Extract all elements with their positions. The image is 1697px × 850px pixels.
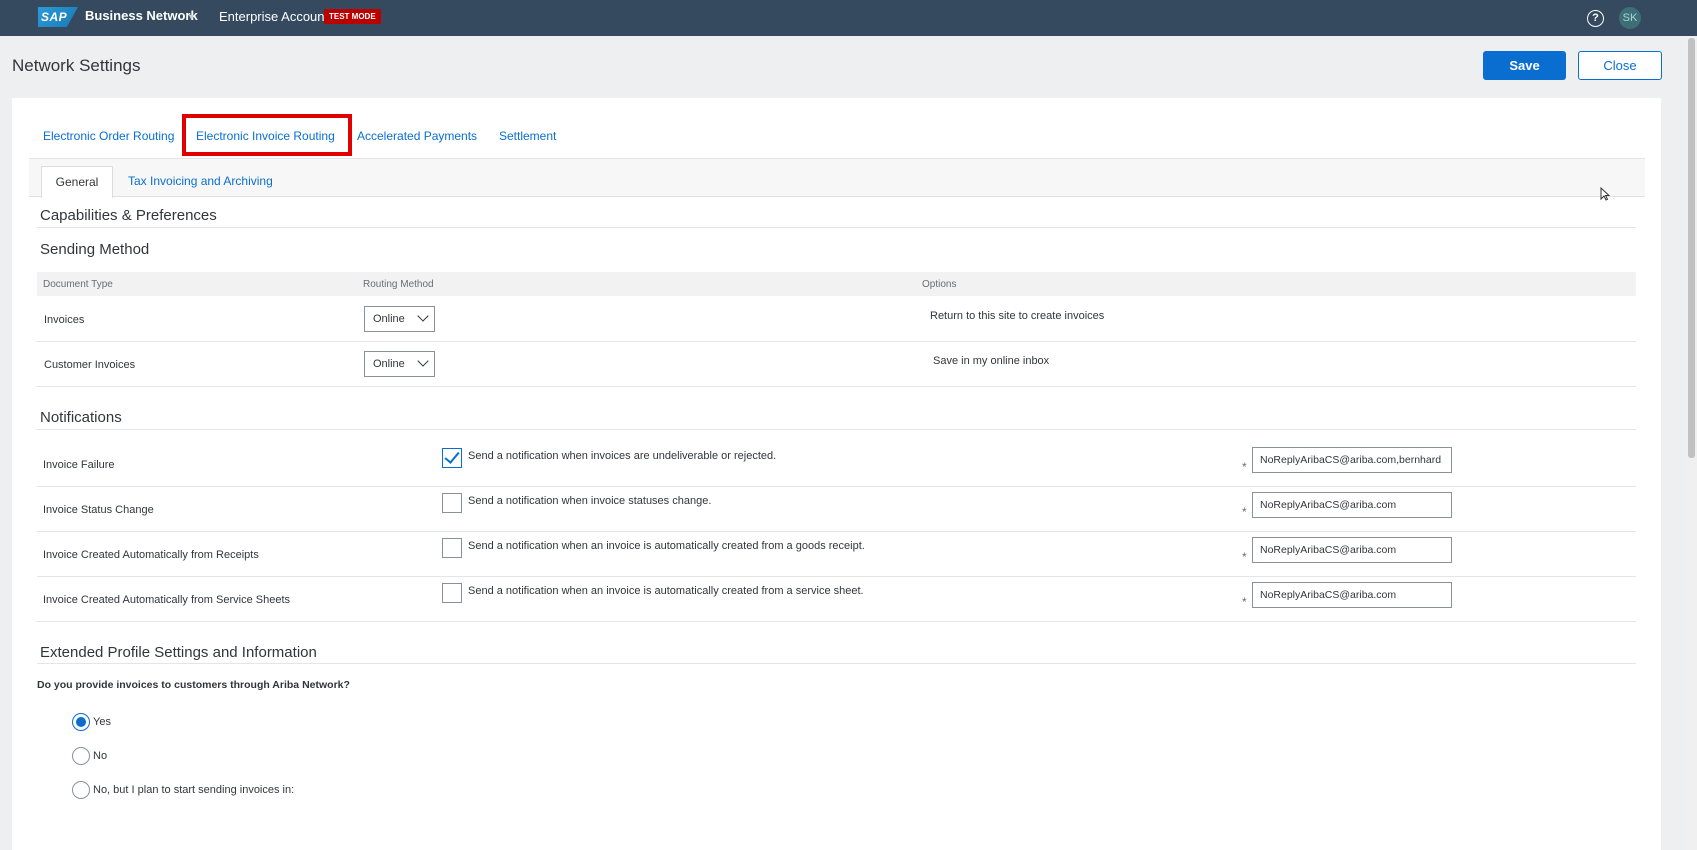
notification-label: Invoice Created Automatically from Servi… bbox=[43, 594, 291, 606]
sap-logo[interactable]: SAP bbox=[38, 7, 78, 27]
divider bbox=[37, 663, 1636, 664]
email-field-invoice-failure[interactable]: NoReplyAribaCS@ariba.com,bernhard bbox=[1252, 447, 1452, 473]
section-capabilities-title: Capabilities & Preferences bbox=[40, 207, 217, 224]
routing-method-select-invoices[interactable]: Online bbox=[364, 306, 435, 332]
required-marker: * bbox=[1242, 460, 1247, 474]
select-value: Online bbox=[373, 358, 405, 370]
brand-title[interactable]: Business Network bbox=[85, 8, 198, 23]
divider bbox=[37, 429, 1636, 430]
column-header-routing-method: Routing Method bbox=[363, 279, 434, 290]
required-marker: * bbox=[1242, 595, 1247, 609]
routing-method-select-customer-invoices[interactable]: Online bbox=[364, 351, 435, 377]
notification-checkbox-from-service-sheets[interactable] bbox=[442, 583, 462, 603]
shell-bar: SAP Business Network ▼ Enterprise Accoun… bbox=[0, 0, 1697, 36]
notification-description: Send a notification when an invoice is a… bbox=[468, 585, 864, 597]
radio-no-but-plan[interactable] bbox=[72, 781, 90, 799]
row-customer-invoices-option: Save in my online inbox bbox=[933, 355, 1050, 367]
tab-accelerated-payments[interactable]: Accelerated Payments bbox=[357, 129, 477, 143]
sending-table-header bbox=[37, 272, 1636, 296]
notification-checkbox-invoice-failure[interactable] bbox=[442, 448, 462, 468]
radio-label-yes[interactable]: Yes bbox=[93, 716, 111, 728]
subtab-general[interactable]: General bbox=[41, 166, 113, 198]
divider bbox=[37, 227, 1636, 228]
column-header-options: Options bbox=[922, 279, 957, 290]
row-customer-invoices-doc-type: Customer Invoices bbox=[44, 359, 136, 371]
notification-description: Send a notification when invoices are un… bbox=[468, 450, 777, 462]
divider bbox=[37, 341, 1636, 342]
chevron-down-icon[interactable]: ▼ bbox=[187, 12, 196, 22]
account-label: Enterprise Account bbox=[219, 9, 329, 24]
divider bbox=[37, 576, 1636, 577]
radio-label-no[interactable]: No bbox=[93, 750, 107, 762]
mouse-cursor-icon bbox=[1600, 187, 1610, 201]
notification-label: Invoice Status Change bbox=[43, 504, 154, 516]
notification-description: Send a notification when an invoice is a… bbox=[468, 540, 865, 552]
settings-panel bbox=[12, 98, 1661, 850]
section-sending-method-title: Sending Method bbox=[40, 241, 150, 258]
required-marker: * bbox=[1242, 505, 1247, 519]
scrollbar-thumb[interactable] bbox=[1688, 38, 1695, 458]
radio-no[interactable] bbox=[72, 747, 90, 765]
subtab-tax-invoicing[interactable]: Tax Invoicing and Archiving bbox=[128, 174, 273, 188]
section-extended-title: Extended Profile Settings and Informatio… bbox=[40, 644, 317, 661]
required-marker: * bbox=[1242, 550, 1247, 564]
tab-settlement[interactable]: Settlement bbox=[499, 129, 556, 143]
column-header-document-type: Document Type bbox=[43, 279, 113, 290]
save-button[interactable]: Save bbox=[1483, 51, 1566, 80]
row-invoices-doc-type: Invoices bbox=[44, 314, 85, 326]
tab-electronic-order-routing[interactable]: Electronic Order Routing bbox=[43, 129, 174, 143]
page-title: Network Settings bbox=[12, 56, 141, 75]
row-invoices-option: Return to this site to create invoices bbox=[930, 310, 1105, 322]
section-notifications-title: Notifications bbox=[40, 409, 122, 426]
divider bbox=[37, 386, 1636, 387]
notification-checkbox-from-receipts[interactable] bbox=[442, 538, 462, 558]
notification-label: Invoice Failure bbox=[43, 459, 115, 471]
notification-checkbox-status-change[interactable] bbox=[442, 493, 462, 513]
radio-label-no-but-plan[interactable]: No, but I plan to start sending invoices… bbox=[93, 784, 294, 796]
divider bbox=[37, 486, 1636, 487]
email-field-from-service-sheets[interactable]: NoReplyAribaCS@ariba.com bbox=[1252, 582, 1452, 608]
test-mode-badge: TEST MODE bbox=[324, 9, 381, 24]
checkmark-icon bbox=[444, 448, 460, 464]
divider bbox=[37, 531, 1636, 532]
help-icon[interactable]: ? bbox=[1587, 10, 1604, 27]
avatar[interactable]: SK bbox=[1619, 7, 1641, 29]
divider bbox=[37, 621, 1636, 622]
close-button[interactable]: Close bbox=[1578, 51, 1662, 80]
provide-invoices-question: Do you provide invoices to customers thr… bbox=[37, 679, 350, 691]
select-value: Online bbox=[373, 313, 405, 325]
notification-description: Send a notification when invoice statuse… bbox=[468, 495, 712, 507]
radio-yes[interactable] bbox=[72, 713, 90, 731]
chevron-down-icon bbox=[417, 355, 429, 367]
email-field-status-change[interactable]: NoReplyAribaCS@ariba.com bbox=[1252, 492, 1452, 518]
notification-label: Invoice Created Automatically from Recei… bbox=[43, 549, 259, 561]
tab-highlight-box bbox=[182, 114, 352, 156]
chevron-down-icon bbox=[417, 310, 429, 322]
email-field-from-receipts[interactable]: NoReplyAribaCS@ariba.com bbox=[1252, 537, 1452, 563]
